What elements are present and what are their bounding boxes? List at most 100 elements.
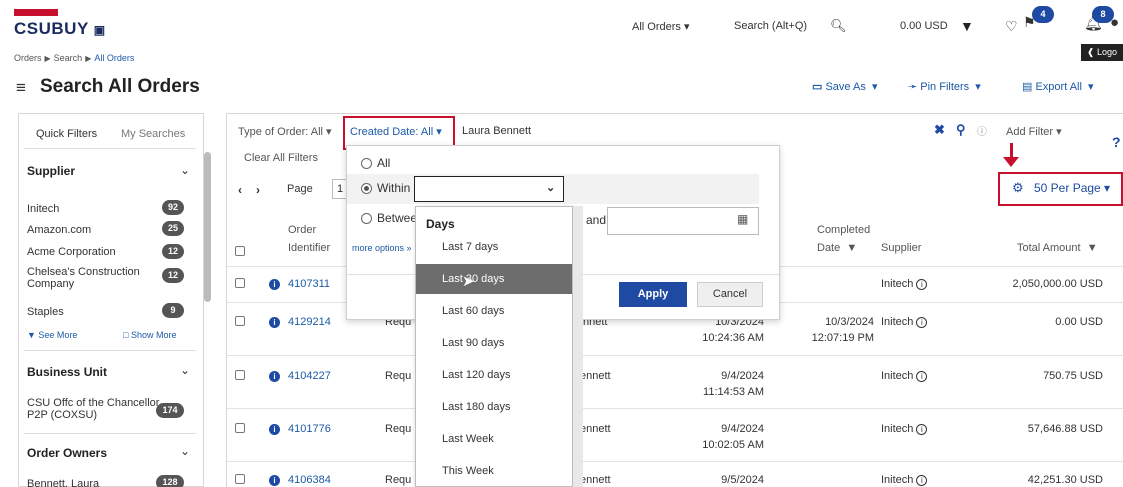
all-orders-menu[interactable]: All Orders ▾ [632,20,689,33]
date-cell: 9/4/2024 [721,423,764,435]
calendar-icon[interactable]: ▦ [737,212,748,226]
next-page-chevron-icon[interactable]: › [256,183,260,197]
supplier-count: 9 [162,303,184,318]
help-circle-icon[interactable]: ⓘ [977,123,987,138]
order-id-link[interactable]: 4129214 [288,314,331,330]
settings-gear-icon[interactable]: ⚙ [1012,180,1024,196]
apply-button[interactable]: Apply [619,282,687,307]
select-all-checkbox[interactable] [235,246,245,256]
created-date-filter[interactable]: Created Date: All ▾ [350,125,442,138]
supplier-filter-item[interactable]: Amazon.com [27,224,91,236]
logout-button[interactable]: ❰ Logo [1080,44,1123,61]
within-days-select[interactable] [414,176,564,202]
radio-between-label: Betwee [377,211,418,225]
column-header-identifier[interactable]: Identifier [288,240,330,256]
supplier-filter-item[interactable]: Acme Corporation [27,246,116,258]
help-question-icon[interactable]: ? [1112,134,1121,150]
pin-filters-button[interactable]: ➛ Pin Filters ▾ [908,80,981,93]
column-header-order[interactable]: Order [288,222,316,238]
annotation-arrowhead [1003,157,1019,167]
supplier-cell: Initech i [881,368,928,384]
user-icon[interactable]: ● [1110,14,1119,31]
supplier-count: 12 [162,244,184,259]
date-cell: 9/4/2024 [721,370,764,382]
quick-search-input[interactable]: Search (Alt+Q) [734,20,807,32]
breadcrumb-all-orders[interactable]: All Orders [94,53,134,63]
order-id-link[interactable]: 4104227 [288,368,331,384]
favorites-heart-icon[interactable]: ♡ [1005,18,1018,35]
dropdown-option[interactable]: Last 180 days [442,401,511,413]
export-all-button[interactable]: ▤ Export All ▾ [1022,80,1094,93]
order-info-icon[interactable]: i [269,279,280,290]
column-header-completed-date[interactable]: Date ▼ [817,240,857,256]
order-info-icon[interactable]: i [269,371,280,382]
dropdown-option[interactable]: Last 120 days [442,369,511,381]
more-options-link[interactable]: more options » [352,243,412,253]
save-as-button[interactable]: ▭ Save As ▾ [812,80,877,93]
order-info-icon[interactable]: i [269,424,280,435]
dropdown-option[interactable]: Last 90 days [442,337,504,349]
supplier-filter-item[interactable]: Chelsea's Construction Company [27,266,157,290]
clear-all-filters-link[interactable]: Clear All Filters [244,152,318,164]
dropdown-option[interactable]: This Week [442,465,494,477]
clear-keyword-x-icon[interactable]: ✖ [934,122,945,138]
order-id-link[interactable]: 4106384 [288,472,331,487]
column-header-supplier[interactable]: Supplier [881,240,921,256]
cart-icon[interactable]: ▼ [960,18,974,34]
csu-logo-badge [14,9,58,16]
radio-all[interactable] [361,158,372,169]
search-icon[interactable]: ⚲ [956,122,966,138]
keyword-search-input[interactable]: Laura Bennett [462,125,531,137]
show-more-link[interactable]: □ Show More [123,330,176,340]
sidebar-scrollbar[interactable] [204,152,211,302]
supplier-cell: Initech i [881,421,928,437]
page-title: Search All Orders [40,76,200,97]
row-checkbox[interactable] [235,474,245,484]
order-owner-filter-item[interactable]: Bennett, Laura [27,478,99,487]
order-id-link[interactable]: 4101776 [288,421,331,437]
supplier-filter-item[interactable]: Staples [27,306,64,318]
radio-within[interactable] [361,183,372,194]
order-id-link[interactable]: 4107311 [288,276,330,292]
breadcrumb-search[interactable]: Search [54,53,83,63]
business-unit-chevron-icon[interactable]: ⌄ [180,363,190,377]
add-filter-button[interactable]: Add Filter ▾ [1006,125,1062,138]
column-header-completed[interactable]: Completed [817,222,870,238]
tab-quick-filters[interactable]: Quick Filters [36,128,97,140]
column-header-total-amount[interactable]: Total Amount ▼ [1017,240,1098,256]
cancel-button[interactable]: Cancel [697,282,763,307]
row-checkbox[interactable] [235,370,245,380]
type-of-order-filter[interactable]: Type of Order: All ▾ [238,125,332,138]
supplier-collapse-chevron-icon[interactable]: ⌄ [180,163,190,177]
order-info-icon[interactable]: i [269,317,280,328]
row-checkbox[interactable] [235,423,245,433]
breadcrumb-orders[interactable]: Orders [14,53,42,63]
radio-between[interactable] [361,213,372,224]
order-info-icon[interactable]: i [269,475,280,486]
prev-page-chevron-icon[interactable]: ‹ [238,183,242,197]
business-unit-filter-item[interactable]: CSU Offc of the Chancellor P2P (COXSU) [27,397,162,421]
cart-amount[interactable]: 0.00 USD [900,20,948,32]
supplier-count: 92 [162,200,184,215]
dropdown-option[interactable]: Last Week [442,433,494,445]
order-owners-chevron-icon[interactable]: ⌄ [180,444,190,458]
supplier-filter-item[interactable]: Initech [27,203,59,215]
row-divider [227,461,1123,462]
row-checkbox[interactable] [235,316,245,326]
supplier-section-heading: Supplier [27,164,76,178]
owner-cell: ennett [580,370,611,382]
tab-my-searches[interactable]: My Searches [121,128,185,140]
dropdown-option[interactable]: Last 7 days [442,241,498,253]
select-chevron-down-icon[interactable]: ⌄ [546,181,555,194]
owner-cell: ennett [580,474,611,486]
row-checkbox[interactable] [235,278,245,288]
csubuy-logo[interactable]: CSUBUY ▣ [14,19,106,39]
menu-icon[interactable]: ≡ [16,78,26,98]
per-page-selector[interactable]: 50 Per Page ▾ [1034,181,1110,195]
dropdown-option[interactable]: Last 60 days [442,305,504,317]
dropdown-scrollbar[interactable] [573,206,583,487]
mouse-pointer-icon: ➤ [462,273,475,290]
action-items-badge: 4 [1032,6,1054,23]
search-icon[interactable]: 🔍︎ [830,18,847,34]
see-more-link[interactable]: ▼ See More [27,330,77,340]
